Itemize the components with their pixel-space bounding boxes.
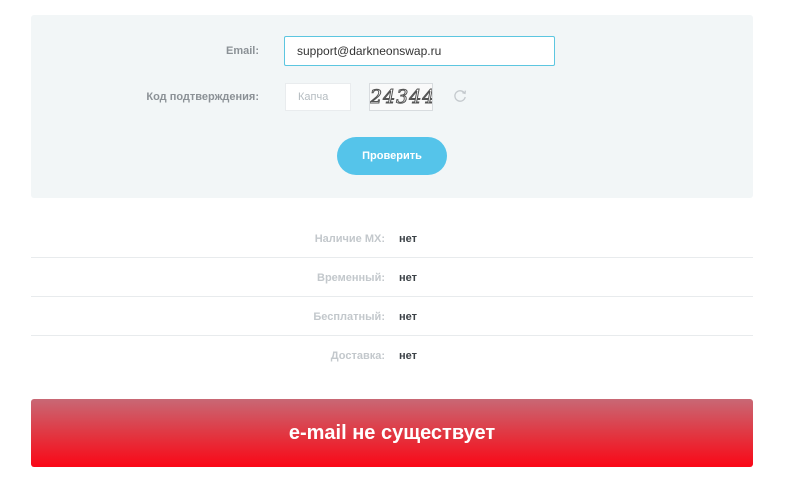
result-label: Доставка: — [330, 350, 385, 362]
result-label: Бесплатный: — [313, 311, 385, 323]
result-value: нет — [399, 350, 418, 362]
captcha-input[interactable]: Капча — [285, 83, 351, 111]
check-button[interactable]: Проверить — [337, 137, 447, 175]
captcha-label: Код подтверждения: — [146, 91, 259, 103]
email-label: Email: — [225, 45, 259, 57]
results-list: Наличие MX: нет Временный: нет Бесплатны… — [31, 219, 753, 374]
result-value: нет — [399, 272, 418, 284]
email-input[interactable]: support@darkneonswap.ru — [284, 36, 555, 66]
result-label: Наличие MX: — [314, 233, 385, 245]
result-row-temporary: Временный: нет — [31, 258, 753, 297]
result-row-mx: Наличие MX: нет — [31, 219, 753, 258]
result-value: нет — [399, 233, 418, 245]
status-banner: e-mail не существует — [31, 399, 753, 467]
result-label: Временный: — [317, 272, 385, 284]
result-row-free: Бесплатный: нет — [31, 297, 753, 336]
result-value: нет — [399, 311, 418, 323]
email-check-form: Email: support@darkneonswap.ru Код подтв… — [31, 15, 753, 198]
result-row-delivery: Доставка: нет — [31, 336, 753, 374]
captcha-image: 24344 — [369, 83, 433, 111]
refresh-icon[interactable] — [452, 88, 468, 104]
